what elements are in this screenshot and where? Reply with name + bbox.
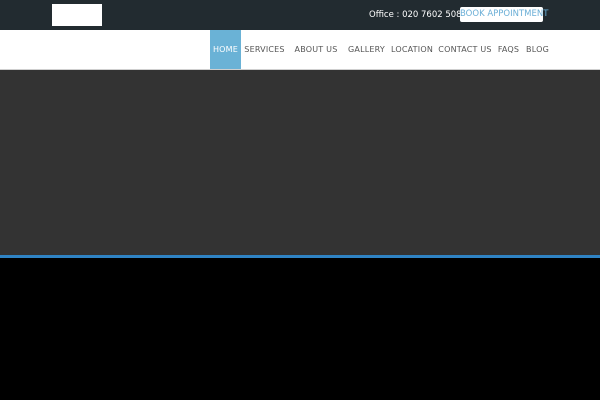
nav-item-contact-us[interactable]: CONTACT US	[437, 30, 493, 69]
content-area	[0, 258, 600, 400]
nav-item-about-us[interactable]: ABOUT US	[290, 30, 342, 69]
top-bar: Office : 020 7602 5089 BOOK APPOINTMENT	[0, 0, 600, 30]
nav-item-location[interactable]: LOCATION	[389, 30, 435, 69]
main-navigation: HOME SERVICES ABOUT US GALLERY LOCATION …	[0, 30, 600, 70]
nav-item-services[interactable]: SERVICES	[241, 30, 288, 69]
nav-item-home[interactable]: HOME	[210, 30, 241, 69]
office-phone: Office : 020 7602 5089	[369, 10, 467, 20]
nav-item-gallery[interactable]: GALLERY	[346, 30, 387, 69]
book-appointment-button[interactable]: BOOK APPOINTMENT	[460, 7, 548, 22]
nav-item-faqs[interactable]: FAQS	[495, 30, 522, 69]
nav-item-blog[interactable]: BLOG	[523, 30, 552, 69]
site-logo[interactable]	[52, 4, 102, 26]
hero-banner	[0, 70, 600, 255]
